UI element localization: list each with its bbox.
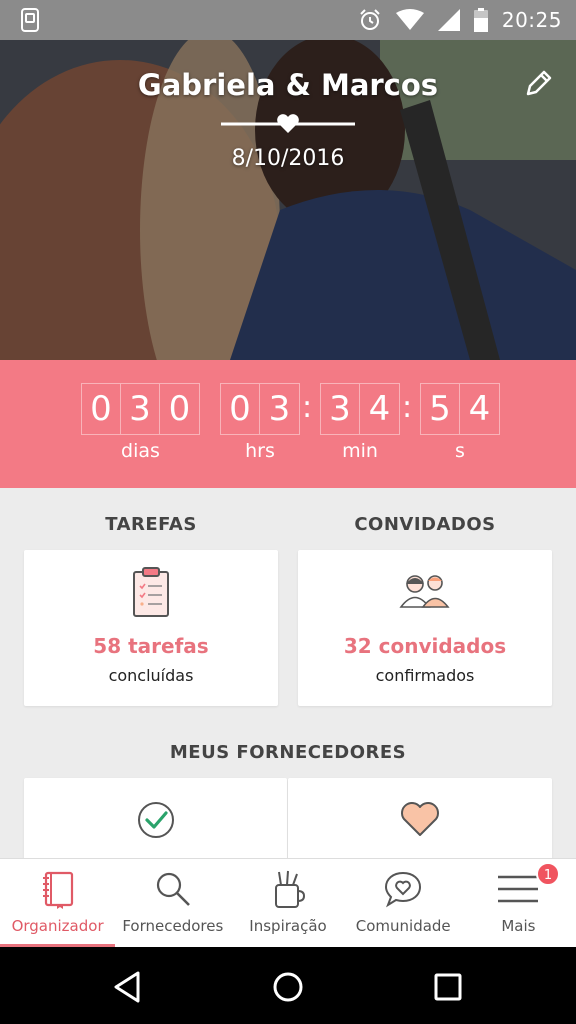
vendors-hired-card[interactable] <box>24 778 287 868</box>
nav-label: Mais <box>501 917 536 935</box>
countdown-separator: : <box>302 390 313 425</box>
nav-label: Fornecedores <box>122 917 224 935</box>
wedding-date: 8/10/2016 <box>231 146 345 171</box>
wifi-icon <box>395 9 424 30</box>
nav-mais[interactable]: 1 Mais <box>461 859 576 947</box>
tasks-card[interactable]: 58 tarefas concluídas <box>24 550 278 706</box>
home-icon[interactable] <box>268 967 308 1007</box>
check-circle-icon <box>137 802 174 838</box>
vendors-title: MEUS FORNECEDORES <box>169 742 407 763</box>
status-bar: 20:25 <box>0 0 576 40</box>
back-icon[interactable] <box>108 967 148 1007</box>
countdown-separator: : <box>402 390 413 425</box>
countdown-digit: 4 <box>368 389 391 429</box>
countdown-label-hours: hrs <box>245 440 275 462</box>
nav-label: Comunidade <box>355 917 451 935</box>
nav-fornecedores[interactable]: Fornecedores <box>115 859 230 947</box>
guests-caption: confirmados <box>375 666 475 685</box>
couple-guests-icon <box>399 575 450 608</box>
countdown-digit: 3 <box>268 389 291 429</box>
guests-title: CONVIDADOS <box>354 514 496 535</box>
countdown-timer: 0 3 0 0 3 : 3 4 : 5 4 dias hrs min s <box>0 360 576 488</box>
tasks-count: 58 tarefas <box>93 634 209 658</box>
jar-pencils-icon <box>275 870 306 908</box>
countdown-digit: 4 <box>468 389 491 429</box>
countdown-digit: 3 <box>121 384 160 434</box>
countdown-seconds: 5 4 <box>420 383 500 435</box>
chat-heart-icon <box>385 871 422 908</box>
countdown-label-minutes: min <box>342 440 378 462</box>
screen-mirror-icon <box>21 8 39 32</box>
countdown-days: 0 3 0 <box>81 383 200 435</box>
nav-label: Organizador <box>11 917 104 935</box>
countdown-label-days: dias <box>121 440 160 462</box>
nav-comunidade[interactable]: Comunidade <box>346 859 461 947</box>
clipboard-checklist-icon <box>133 567 169 617</box>
guests-card[interactable]: 32 convidados confirmados <box>298 550 552 706</box>
notebook-icon <box>42 871 73 909</box>
countdown-digit: 3 <box>321 384 360 434</box>
tasks-caption: concluídas <box>108 666 194 685</box>
guests-count: 32 convidados <box>343 634 507 658</box>
nav-inspiracao[interactable]: Inspiração <box>230 859 345 947</box>
notification-badge: 1 <box>536 862 561 886</box>
countdown-digit: 0 <box>82 384 121 434</box>
battery-icon <box>473 8 488 32</box>
tasks-title: TAREFAS <box>105 514 197 535</box>
countdown-label-seconds: s <box>455 440 465 462</box>
couple-name: Gabriela & Marcos <box>137 68 439 102</box>
nav-organizador[interactable]: Organizador <box>0 859 116 947</box>
bottom-navigation: Organizador Fornecedores Inspiração Comu… <box>0 858 576 947</box>
heart-icon <box>401 802 439 836</box>
status-time: 20:25 <box>501 8 562 32</box>
countdown-digit: 5 <box>421 384 460 434</box>
alarm-icon <box>360 9 380 30</box>
couple-cover-photo: Gabriela & Marcos 8/10/2016 <box>0 40 576 360</box>
recents-icon[interactable] <box>428 967 468 1007</box>
countdown-hours: 0 3 <box>220 383 300 435</box>
pencil-icon[interactable] <box>524 68 554 98</box>
countdown-digit: 0 <box>221 384 260 434</box>
countdown-minutes: 3 4 <box>320 383 400 435</box>
menu-icon <box>498 875 539 903</box>
nav-label: Inspiração <box>249 917 327 935</box>
vendors-favorites-card[interactable] <box>288 778 552 868</box>
search-icon <box>156 872 190 906</box>
countdown-digit: 0 <box>168 389 191 429</box>
system-navigation-bar <box>0 947 576 1024</box>
heart-divider-icon <box>221 114 355 133</box>
signal-icon <box>437 9 460 31</box>
